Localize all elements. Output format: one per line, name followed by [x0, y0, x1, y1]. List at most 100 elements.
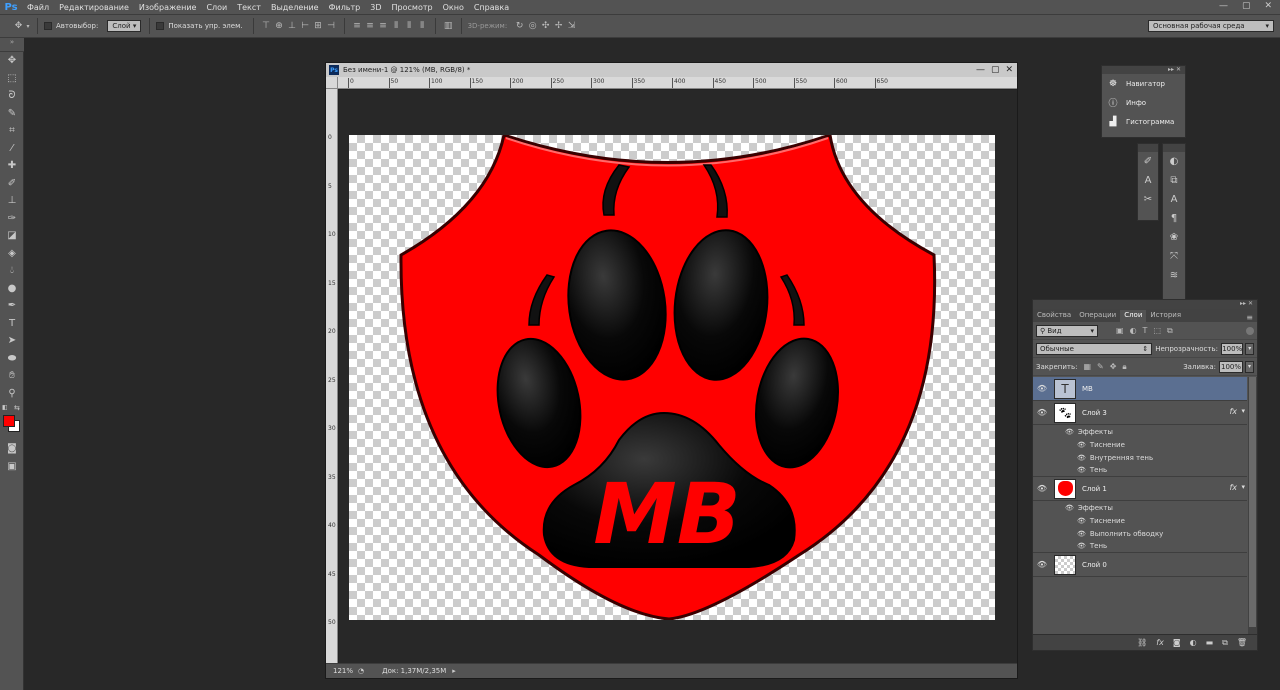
move-tool-icon[interactable]: ✥: [0, 52, 24, 70]
menu-edit[interactable]: Редактирование: [54, 3, 134, 12]
tab-layers[interactable]: Слои: [1120, 310, 1147, 322]
screen-mode-icon[interactable]: ▣: [0, 458, 24, 476]
menu-layers[interactable]: Слои: [201, 3, 232, 12]
clone-stamp-tool-icon[interactable]: ⊥: [0, 192, 24, 210]
filter-pixel-icon[interactable]: ▣: [1116, 326, 1124, 335]
distribute-bottom-icon[interactable]: ≡: [377, 20, 390, 33]
tools-presets-icon[interactable]: ✂: [1138, 190, 1158, 209]
menu-help[interactable]: Справка: [469, 3, 514, 12]
healing-tool-icon[interactable]: ✚: [0, 157, 24, 175]
document-title-bar[interactable]: Ps Без имени-1 @ 121% (MB, RGB/8) * — ▢ …: [326, 63, 1017, 77]
lock-all-icon[interactable]: 🔒︎: [1122, 362, 1126, 372]
visibility-eye-icon[interactable]: 👁︎: [1065, 504, 1074, 512]
panel-menu-icon[interactable]: ≡: [1246, 313, 1257, 322]
visibility-eye-icon[interactable]: 👁︎: [1077, 454, 1086, 462]
effect-item[interactable]: 👁︎ Внутренняя тень: [1033, 451, 1247, 464]
minimize-icon[interactable]: —: [1219, 1, 1228, 11]
effects-group[interactable]: 👁︎ Эффекты: [1033, 425, 1247, 438]
navigator-item[interactable]: ☸ Навигатор: [1102, 74, 1185, 93]
new-layer-icon[interactable]: ⧉: [1222, 638, 1228, 648]
crop-tool-icon[interactable]: ⌗: [0, 122, 24, 140]
filter-type-icon[interactable]: T: [1143, 326, 1148, 335]
align-vcenter-icon[interactable]: ⊕: [273, 20, 286, 33]
menu-select[interactable]: Выделение: [266, 3, 324, 12]
layer-name[interactable]: Слой 3: [1082, 409, 1107, 417]
visibility-eye-icon[interactable]: 👁︎: [1033, 560, 1051, 569]
history-brush-tool-icon[interactable]: ✑: [0, 210, 24, 228]
distribute-right-icon[interactable]: ⦀: [416, 20, 429, 33]
visibility-eye-icon[interactable]: 👁︎: [1077, 441, 1086, 449]
filter-shape-icon[interactable]: ⬚: [1153, 326, 1161, 335]
zoom-tool-icon[interactable]: ⚲: [0, 385, 24, 403]
ruler-origin[interactable]: [326, 77, 338, 89]
menu-window[interactable]: Окно: [438, 3, 469, 12]
paragraph-icon[interactable]: ¶: [1163, 209, 1185, 228]
align-right-icon[interactable]: ⊣: [325, 20, 338, 33]
layer-name[interactable]: Слой 1: [1082, 485, 1107, 493]
layers-icon[interactable]: ≋: [1163, 266, 1185, 285]
marquee-tool-icon[interactable]: ⬚: [0, 70, 24, 88]
blend-mode-dropdown[interactable]: Обычные ⇕: [1036, 342, 1153, 355]
menu-filter[interactable]: Фильтр: [324, 3, 366, 12]
lock-position-icon[interactable]: ✥: [1110, 362, 1117, 371]
orbit-3d-icon[interactable]: ↻: [513, 20, 526, 33]
visibility-eye-icon[interactable]: 👁︎: [1033, 484, 1051, 493]
chevron-right-icon[interactable]: ▸: [452, 667, 456, 675]
menu-file[interactable]: Файл: [22, 3, 54, 12]
eyedropper-tool-icon[interactable]: ⁄: [0, 140, 24, 158]
tab-properties[interactable]: Свойства: [1033, 310, 1075, 322]
transform-icon[interactable]: ⤧: [1163, 247, 1185, 266]
effect-item[interactable]: 👁︎ Тень: [1033, 540, 1247, 553]
distribute-hcenter-icon[interactable]: ⦀: [403, 20, 416, 33]
add-style-icon[interactable]: fx: [1156, 638, 1164, 647]
effect-item[interactable]: 👁︎ Тиснение: [1033, 514, 1247, 527]
blur-tool-icon[interactable]: 💧︎: [0, 262, 24, 280]
roll-3d-icon[interactable]: ◎: [526, 20, 539, 33]
effect-item[interactable]: 👁︎ Тень: [1033, 464, 1247, 477]
visibility-eye-icon[interactable]: 👁︎: [1077, 466, 1086, 474]
scrollbar-thumb[interactable]: [1249, 377, 1256, 627]
distribute-top-icon[interactable]: ≡: [351, 20, 364, 33]
align-top-icon[interactable]: ⊤: [260, 20, 273, 33]
visibility-eye-icon[interactable]: 👁︎: [1033, 384, 1051, 393]
distribute-left-icon[interactable]: ⦀: [390, 20, 403, 33]
status-menu-icon[interactable]: ◔: [358, 667, 364, 675]
show-transform-checkbox[interactable]: [156, 22, 165, 30]
align-hcenter-icon[interactable]: ⊞: [312, 20, 325, 33]
effect-item[interactable]: 👁︎ Тиснение: [1033, 438, 1247, 451]
filter-toggle[interactable]: [1246, 326, 1254, 335]
brush-presets-icon[interactable]: ✐: [1138, 152, 1158, 171]
tab-history[interactable]: История: [1146, 310, 1185, 322]
path-select-tool-icon[interactable]: ➤: [0, 332, 24, 350]
link-layers-icon[interactable]: ⛓︎: [1137, 638, 1147, 647]
quick-select-tool-icon[interactable]: ✎: [0, 105, 24, 123]
filter-adjust-icon[interactable]: ◐: [1130, 326, 1137, 335]
tab-actions[interactable]: Операции: [1075, 310, 1120, 322]
close-icon[interactable]: ✕: [1264, 1, 1272, 11]
doc-restore-icon[interactable]: ▢: [991, 65, 1000, 75]
layer-row[interactable]: 👁︎ Слой 1 fx ▾: [1033, 477, 1247, 501]
effect-item[interactable]: 👁︎ Выполнить обводку: [1033, 527, 1247, 540]
add-mask-icon[interactable]: ◙: [1173, 638, 1181, 647]
lasso-tool-icon[interactable]: ᘐ: [0, 87, 24, 105]
brush-tool-icon[interactable]: ✐: [0, 175, 24, 193]
visibility-eye-icon[interactable]: 👁︎: [1077, 517, 1086, 525]
canvas[interactable]: MB: [349, 133, 995, 621]
delete-layer-icon[interactable]: 🗑︎: [1237, 638, 1247, 647]
move-tool-preset-icon[interactable]: ✥: [12, 20, 25, 33]
adjustments-icon[interactable]: ◐: [1163, 152, 1185, 171]
fx-icon[interactable]: fx: [1229, 407, 1237, 416]
info-item[interactable]: ⓘ Инфо: [1102, 93, 1185, 112]
eraser-tool-icon[interactable]: ◪: [0, 227, 24, 245]
fx-icon[interactable]: fx: [1229, 483, 1237, 492]
doc-minimize-icon[interactable]: —: [976, 65, 985, 75]
fill-slider-icon[interactable]: ▾: [1245, 360, 1254, 373]
pen-tool-icon[interactable]: ✒: [0, 297, 24, 315]
type-tool-icon[interactable]: T: [0, 315, 24, 333]
styles-icon[interactable]: ⧉: [1163, 171, 1185, 190]
menu-3d[interactable]: 3D: [365, 3, 386, 12]
shape-tool-icon[interactable]: ⬬: [0, 350, 24, 368]
doc-close-icon[interactable]: ✕: [1005, 65, 1013, 75]
visibility-eye-icon[interactable]: 👁︎: [1033, 408, 1051, 417]
autoselect-checkbox[interactable]: [44, 22, 52, 30]
